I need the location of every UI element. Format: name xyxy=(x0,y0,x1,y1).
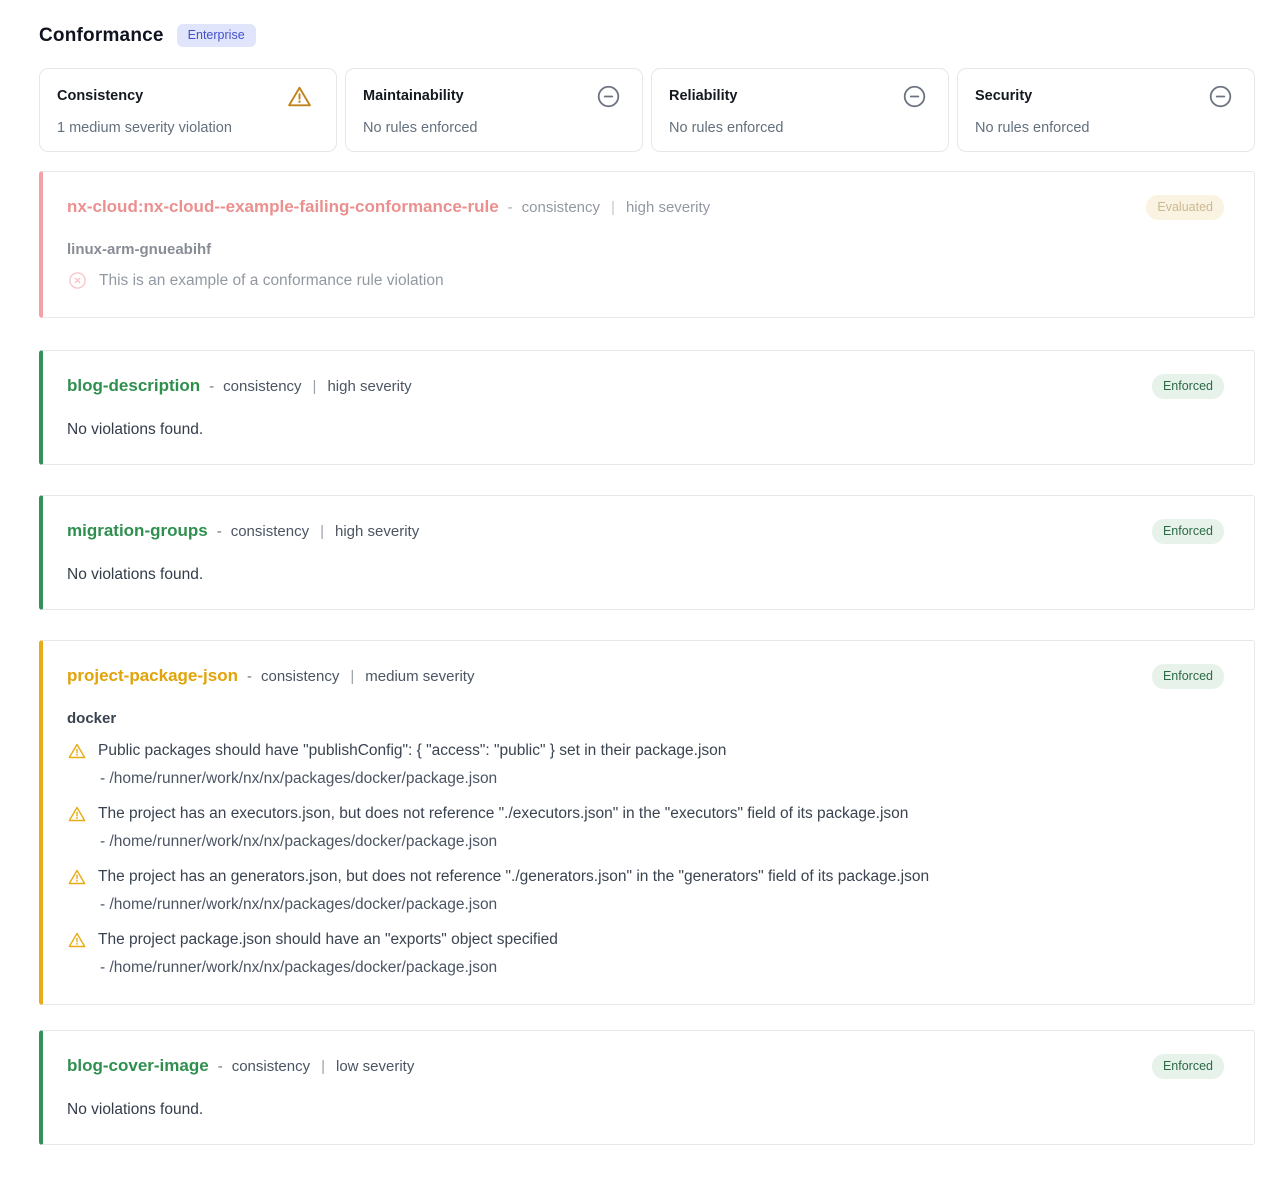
no-violations-text: No violations found. xyxy=(67,1101,1224,1119)
summary-card-security: Security No rules enforced xyxy=(957,68,1255,152)
rule-name-link[interactable]: blog-description xyxy=(67,376,200,396)
x-circle-icon xyxy=(67,270,88,291)
summary-card-title: Consistency xyxy=(57,83,143,104)
rule-severity: high severity xyxy=(335,523,419,540)
meta-pipe: | xyxy=(348,668,356,685)
violation-message: The project package.json should have an … xyxy=(98,929,558,951)
meta-dash: - xyxy=(217,523,222,540)
status-badge: Evaluated xyxy=(1146,195,1224,220)
warning-triangle-icon xyxy=(67,930,87,950)
meta-dash: - xyxy=(209,378,214,395)
violation-message: The project has an generators.json, but … xyxy=(98,866,929,888)
rule-name-link[interactable]: nx-cloud:nx-cloud--example-failing-confo… xyxy=(67,197,499,217)
violation-message: The project has an executors.json, but d… xyxy=(98,803,908,825)
meta-dash: - xyxy=(247,668,252,685)
violation-item: The project package.json should have an … xyxy=(67,929,1224,979)
rule-card-blog-description: blog-description - consistency | high se… xyxy=(39,350,1255,465)
no-violations-text: No violations found. xyxy=(67,421,1224,439)
violation-item: The project has an generators.json, but … xyxy=(67,866,1224,916)
warning-triangle-icon xyxy=(67,867,87,887)
warning-triangle-icon xyxy=(67,741,87,761)
rule-name-link[interactable]: migration-groups xyxy=(67,521,208,541)
rule-severity: high severity xyxy=(626,199,710,216)
rule-card-project-package-json: project-package-json - consistency | med… xyxy=(39,640,1255,1005)
page-title: Conformance xyxy=(39,25,164,47)
status-badge: Enforced xyxy=(1152,519,1224,544)
status-badge: Enforced xyxy=(1152,664,1224,689)
summary-card-subtext: No rules enforced xyxy=(669,120,931,136)
summary-row: Consistency 1 medium severity violation … xyxy=(39,68,1255,152)
summary-card-reliability: Reliability No rules enforced xyxy=(651,68,949,152)
meta-pipe: | xyxy=(318,523,326,540)
summary-card-consistency: Consistency 1 medium severity violation xyxy=(39,68,337,152)
summary-card-title: Reliability xyxy=(669,83,738,104)
meta-pipe: | xyxy=(319,1058,327,1075)
summary-card-subtext: No rules enforced xyxy=(363,120,625,136)
summary-card-subtext: No rules enforced xyxy=(975,120,1237,136)
rule-name-link[interactable]: project-package-json xyxy=(67,666,238,686)
meta-pipe: | xyxy=(311,378,319,395)
rule-severity: medium severity xyxy=(365,668,474,685)
violation-file-path: - /home/runner/work/nx/nx/packages/docke… xyxy=(100,831,1224,853)
meta-pipe: | xyxy=(609,199,617,216)
minus-circle-icon xyxy=(901,83,928,110)
rule-card-blog-cover-image: blog-cover-image - consistency | low sev… xyxy=(39,1030,1255,1145)
rule-category: consistency xyxy=(261,668,339,685)
rule-card-migration-groups: migration-groups - consistency | high se… xyxy=(39,495,1255,610)
rule-category: consistency xyxy=(231,523,309,540)
rule-category: consistency xyxy=(223,378,301,395)
warning-triangle-icon xyxy=(67,804,87,824)
project-label: linux-arm-gnueabihf xyxy=(67,241,1224,258)
violation-item: The project has an executors.json, but d… xyxy=(67,803,1224,853)
violation-item: This is an example of a conformance rule… xyxy=(67,270,1224,292)
conformance-page: Conformance Enterprise Consistency 1 med… xyxy=(0,0,1287,1145)
page-header: Conformance Enterprise xyxy=(39,24,1255,47)
rule-category: consistency xyxy=(232,1058,310,1075)
violation-file-path: - /home/runner/work/nx/nx/packages/docke… xyxy=(100,957,1224,979)
status-badge: Enforced xyxy=(1152,1054,1224,1079)
minus-circle-icon xyxy=(595,83,622,110)
rule-severity: high severity xyxy=(327,378,411,395)
no-violations-text: No violations found. xyxy=(67,566,1224,584)
violation-message: This is an example of a conformance rule… xyxy=(99,270,444,292)
rule-card-example-failing-conformance-rule: nx-cloud:nx-cloud--example-failing-confo… xyxy=(39,171,1255,318)
summary-card-title: Maintainability xyxy=(363,83,464,104)
enterprise-badge: Enterprise xyxy=(177,24,256,47)
rule-severity: low severity xyxy=(336,1058,414,1075)
warning-triangle-icon xyxy=(286,83,313,110)
summary-card-subtext: 1 medium severity violation xyxy=(57,120,319,136)
violation-file-path: - /home/runner/work/nx/nx/packages/docke… xyxy=(100,894,1224,916)
meta-dash: - xyxy=(218,1058,223,1075)
project-label: docker xyxy=(67,710,1224,727)
rule-category: consistency xyxy=(522,199,600,216)
meta-dash: - xyxy=(508,199,513,216)
rule-card-list: nx-cloud:nx-cloud--example-failing-confo… xyxy=(39,171,1255,1145)
minus-circle-icon xyxy=(1207,83,1234,110)
violation-file-path: - /home/runner/work/nx/nx/packages/docke… xyxy=(100,768,1224,790)
summary-card-maintainability: Maintainability No rules enforced xyxy=(345,68,643,152)
violation-message: Public packages should have "publishConf… xyxy=(98,740,726,762)
summary-card-title: Security xyxy=(975,83,1032,104)
status-badge: Enforced xyxy=(1152,374,1224,399)
violation-item: Public packages should have "publishConf… xyxy=(67,740,1224,790)
rule-name-link[interactable]: blog-cover-image xyxy=(67,1056,209,1076)
